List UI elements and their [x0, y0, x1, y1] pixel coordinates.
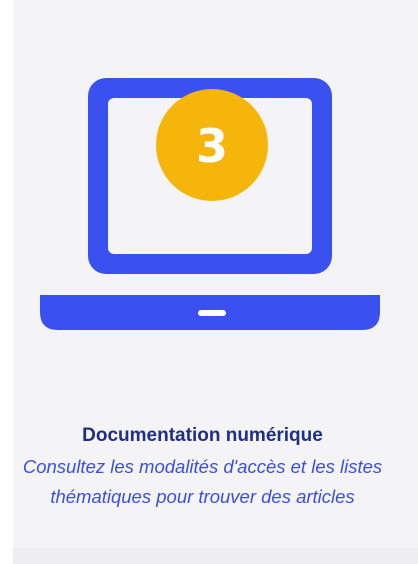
- step-badge: 3: [156, 89, 268, 201]
- card-description: Consultez les modalités d'accès et les l…: [0, 452, 418, 512]
- laptop-illustration: 3: [40, 78, 380, 330]
- laptop-trackpad: [198, 310, 226, 316]
- card-text-block: Documentation numérique Consultez les mo…: [0, 424, 418, 512]
- card-title[interactable]: Documentation numérique: [0, 424, 418, 448]
- card-description-line-1: Consultez les modalités d'accès et les l…: [22, 456, 383, 477]
- card-description-line-2: thématiques pour trouver des articles: [50, 486, 355, 507]
- card-bottom-strip: [13, 548, 418, 564]
- step-badge-number: 3: [196, 119, 228, 173]
